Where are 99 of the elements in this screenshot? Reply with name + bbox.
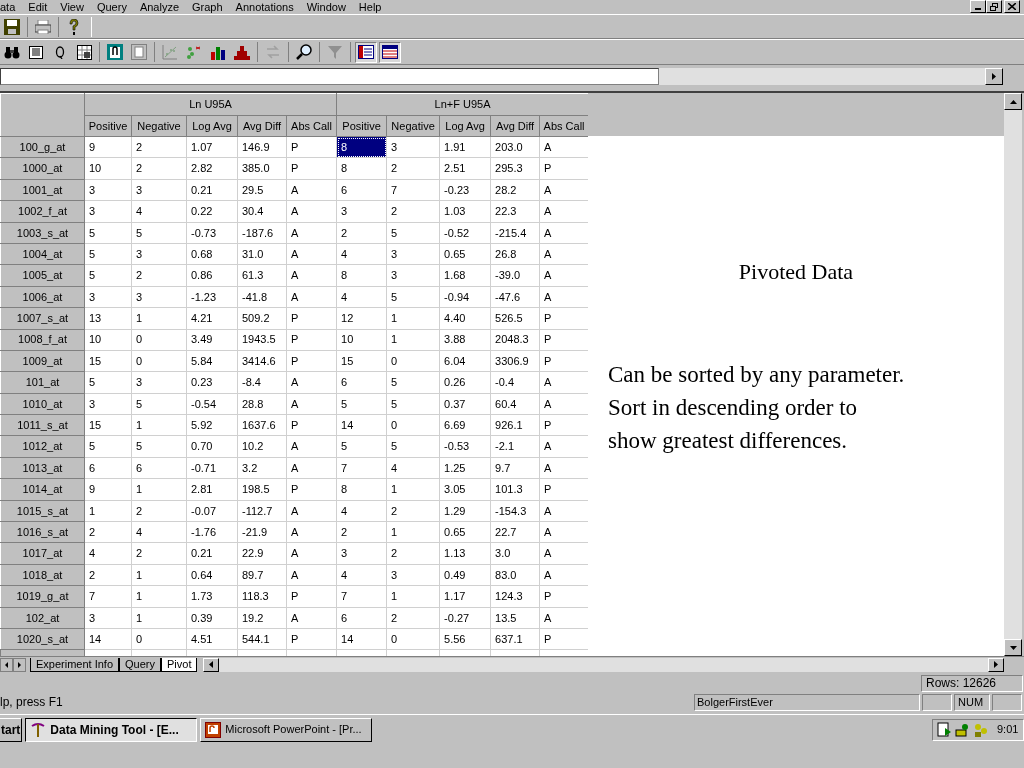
attach-button[interactable] [104, 42, 126, 62]
row-header[interactable]: 1019_g_at [0, 585, 85, 608]
scroll-down-button[interactable] [1004, 639, 1022, 656]
close-icon [1008, 3, 1016, 10]
presentation-icon [205, 721, 222, 738]
row-header[interactable]: 1000_at [0, 157, 85, 180]
magnifier-icon [296, 44, 312, 60]
q-shape-icon [55, 45, 65, 59]
row-header[interactable]: 1014_at [0, 478, 85, 501]
column-group-header: Ln+F U95A [336, 93, 588, 116]
restore-icon [990, 2, 998, 11]
save-button[interactable] [1, 16, 23, 37]
sheet-tab[interactable]: Query [119, 657, 161, 672]
clock: 9:01 [997, 722, 1019, 738]
right-arrow-icon [992, 73, 996, 80]
row-view-button[interactable] [379, 41, 401, 63]
scroll-right-button[interactable] [985, 68, 1003, 85]
row-header[interactable]: 1002_f_at [0, 200, 85, 223]
left-arrow-icon [5, 661, 8, 668]
row-count-panel: Rows: 12626 [921, 675, 1023, 692]
row-header[interactable]: 101_at [0, 371, 85, 394]
sheet-tab[interactable]: Experiment Info [30, 657, 120, 672]
row-header[interactable]: 1003_s_at [0, 222, 85, 244]
right-arrow-icon [994, 661, 998, 668]
table-icon [358, 45, 374, 59]
row-header[interactable]: 1010_at [0, 393, 85, 415]
menu-item[interactable]: Window [306, 0, 346, 14]
row-header[interactable]: 1015_s_at [0, 500, 85, 522]
rows-icon [382, 45, 398, 59]
row-header[interactable]: 1017_at [0, 542, 85, 565]
row-header[interactable]: 1018_at [0, 564, 85, 586]
grid-icon [76, 44, 92, 60]
taskbar-button[interactable]: Data Mining Tool - [E... [25, 717, 198, 742]
row-header[interactable]: 1007_s_at [0, 307, 85, 329]
scroll-right-button[interactable] [988, 657, 1004, 672]
row-header[interactable]: 100_g_at [0, 136, 85, 158]
annotation-title: Pivoted Data [738, 258, 854, 286]
help-hint: lp, press F1 [0, 695, 64, 710]
taskbar-label: Data Mining Tool - [E... [50, 721, 179, 739]
right-arrow-icon [18, 661, 21, 668]
column-group-header: Ln U95A [84, 93, 337, 116]
tab-first-button[interactable] [0, 657, 13, 672]
row-header[interactable]: 1008_f_at [0, 329, 85, 351]
menu-item[interactable]: Analyze [139, 0, 180, 14]
row-header[interactable]: 1016_s_at [0, 521, 85, 543]
bar-chart-icon [210, 44, 226, 60]
menu-item[interactable]: ata [0, 0, 16, 14]
row-header[interactable]: 1004_at [0, 243, 85, 265]
minimize-button[interactable] [970, 0, 986, 13]
row-header[interactable]: 1005_at [0, 264, 85, 287]
left-arrow-icon [209, 661, 214, 668]
tray-monitor-icon [937, 721, 953, 738]
tab-next-button[interactable] [13, 657, 26, 672]
paperclip-icon [107, 44, 123, 60]
start-button[interactable]: tart [0, 717, 23, 742]
menu-item[interactable]: Edit [28, 0, 48, 14]
arrows-icon [265, 45, 281, 59]
menu-item[interactable]: Graph [192, 0, 223, 14]
row-header[interactable]: 102_at [0, 607, 85, 629]
menu-item[interactable]: Annotations [235, 0, 294, 14]
histogram-icon [234, 44, 250, 60]
scroll-up-button[interactable] [1004, 93, 1022, 110]
dots-cluster-icon [186, 44, 202, 60]
row-header[interactable]: 1009_at [0, 350, 85, 372]
scatter-plot-icon [162, 44, 178, 60]
user-panel: BolgerFirstEver [694, 694, 920, 711]
row-header[interactable]: 1006_at [0, 286, 85, 308]
row-header[interactable]: 1011_s_at [0, 414, 85, 436]
scroll-left-button[interactable] [203, 657, 220, 672]
row-header[interactable]: 1012_at [0, 435, 85, 458]
table-view-button[interactable] [355, 41, 377, 63]
pickaxe-icon [30, 721, 47, 738]
framed-page-icon [131, 44, 147, 60]
input-field[interactable] [0, 68, 659, 85]
menu-item[interactable]: Help [358, 0, 382, 14]
num-lock-indicator: NUM [954, 694, 990, 711]
document-button[interactable] [128, 42, 150, 62]
status-panel [922, 694, 952, 711]
binoculars-icon [4, 45, 20, 59]
row-header[interactable]: 1001_at [0, 179, 85, 201]
tray-network-icon [955, 721, 971, 738]
close-button[interactable] [1004, 0, 1020, 13]
taskbar-button[interactable]: Microsoft PowerPoint - [Pr... [200, 717, 373, 742]
up-arrow-icon [1009, 99, 1017, 104]
vertical-scrollbar[interactable] [1004, 93, 1022, 656]
taskbar-label: Microsoft PowerPoint - [Pr... [225, 722, 362, 738]
annotation-text: Can be sorted by any parameter. Sort in descending order to show greatest differences. [608, 361, 906, 455]
row-header[interactable]: 1013_at [0, 457, 85, 479]
sheet-tab[interactable]: Pivot [161, 657, 198, 672]
restore-button[interactable] [986, 0, 1002, 13]
row-header[interactable]: 1020_s_at [0, 628, 85, 650]
menu-item[interactable]: Query [96, 0, 127, 14]
menu-item[interactable]: View [60, 0, 84, 14]
funnel-icon [328, 45, 342, 59]
question-mark-icon [69, 18, 79, 35]
down-arrow-icon [1009, 645, 1017, 650]
printer-icon [35, 19, 51, 34]
minimize-icon [975, 8, 981, 10]
status-panel [992, 694, 1022, 711]
